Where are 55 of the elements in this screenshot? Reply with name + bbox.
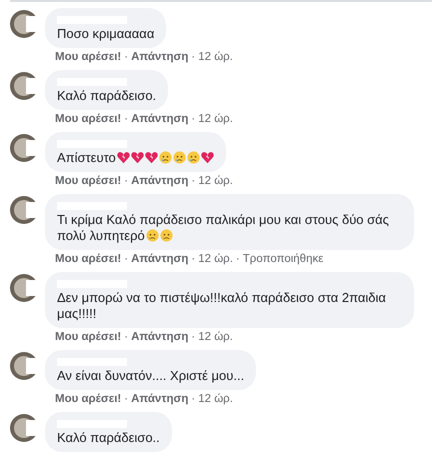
crying-face-icon	[158, 151, 172, 164]
comment-text: Δεν μπορώ να το πιστέψω!!!καλό παράδεισο στα 2παιδια μας!!!!!	[57, 290, 387, 322]
separator-dot: ·	[124, 331, 128, 343]
timestamp-link[interactable]: 12 ώρ.	[198, 253, 233, 265]
reply-link[interactable]: Απάντηση	[131, 175, 188, 187]
separator-dot: ·	[191, 175, 196, 187]
avatar-icon[interactable]	[10, 414, 38, 442]
separator-dot: ·	[191, 253, 196, 265]
crying-face-icon	[146, 229, 159, 242]
crying-face-icon	[172, 151, 186, 164]
reply-link[interactable]: Απάντηση	[131, 113, 188, 125]
reply-link[interactable]: Απάντηση	[131, 331, 188, 343]
separator-dot: ·	[191, 393, 196, 405]
separator-dot: ·	[124, 393, 128, 405]
broken-heart-icon	[144, 151, 158, 164]
avatar-icon[interactable]	[10, 274, 38, 302]
like-link[interactable]: Μου αρέσει!	[55, 331, 122, 343]
comment-text: Καλό παράδεισο.	[57, 88, 156, 104]
timestamp-link[interactable]: 12 ώρ.	[198, 175, 233, 187]
comment-text: Απίστευτο	[57, 150, 214, 166]
separator-dot: ·	[124, 253, 128, 265]
separator-dot: ·	[124, 51, 128, 63]
like-link[interactable]: Μου αρέσει!	[55, 113, 122, 125]
reply-link[interactable]: Απάντηση	[131, 51, 188, 63]
separator-dot: ·	[191, 331, 196, 343]
reply-link[interactable]: Απάντηση	[131, 393, 188, 405]
comment-text: Αν είναι δυνατόν.... Χριστέ μου...	[57, 368, 244, 384]
crying-face-icon	[186, 151, 200, 164]
broken-heart-icon	[130, 151, 144, 164]
separator-dot: ·	[191, 113, 196, 125]
comment-text: Καλό παράδεισο..	[57, 430, 160, 446]
broken-heart-icon	[200, 151, 214, 164]
avatar-icon[interactable]	[10, 352, 38, 380]
like-link[interactable]: Μου αρέσει!	[55, 253, 122, 265]
crying-face-icon	[160, 229, 173, 242]
like-link[interactable]: Μου αρέσει!	[55, 393, 122, 405]
edited-label[interactable]: Τροποποιήθηκε	[242, 253, 324, 265]
like-link[interactable]: Μου αρέσει!	[55, 175, 122, 187]
timestamp-link[interactable]: 12 ώρ.	[198, 393, 233, 405]
separator-dot: ·	[191, 51, 196, 63]
reply-link[interactable]: Απάντηση	[131, 253, 188, 265]
comment-text: Ποσο κριμααααα	[57, 26, 154, 42]
like-link[interactable]: Μου αρέσει!	[55, 51, 122, 63]
comment-text: Τι κρίμα Καλό παράδεισο παλικάρι μου και στους δύο σάς πολύ λυπητερό	[57, 212, 390, 244]
broken-heart-icon	[116, 151, 130, 164]
separator-dot: ·	[124, 175, 128, 187]
timestamp-link[interactable]: 12 ώρ.	[198, 51, 233, 63]
timestamp-link[interactable]: 12 ώρ.	[198, 113, 233, 125]
avatar-icon[interactable]	[10, 134, 38, 162]
separator-dot: ·	[124, 113, 128, 125]
avatar-icon[interactable]	[10, 72, 38, 100]
avatar-icon[interactable]	[10, 10, 38, 38]
timestamp-link[interactable]: 12 ώρ.	[198, 331, 233, 343]
separator-dot: ·	[236, 253, 240, 265]
avatar-icon[interactable]	[10, 196, 38, 224]
